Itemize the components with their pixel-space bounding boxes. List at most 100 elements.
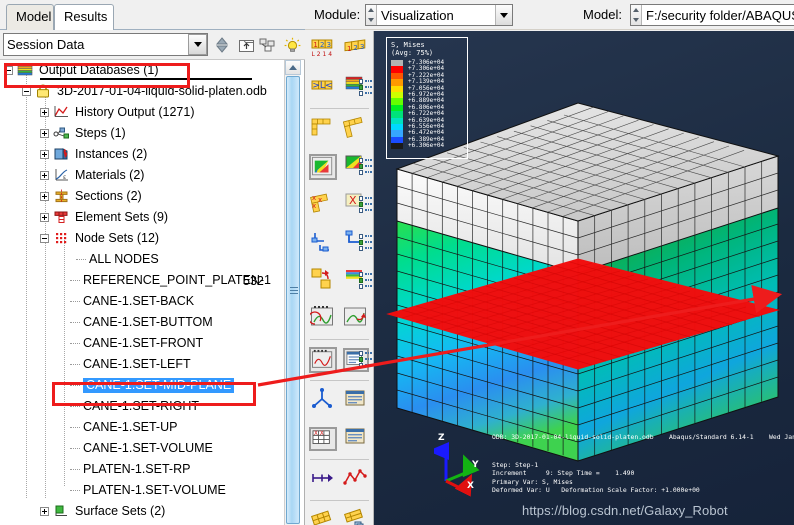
- contour-legend: S, Mises(Avg: 75%) +7.306e+04+7.306e+04+…: [386, 37, 468, 159]
- svg-text:X: X: [314, 431, 318, 437]
- tree-node-materials[interactable]: εMaterials (2): [0, 165, 285, 186]
- contour-options-panel-icon[interactable]: [340, 148, 374, 186]
- legend-color-swatch: [391, 143, 403, 149]
- chevron-down-icon[interactable]: [495, 5, 512, 25]
- tree-node-label: PLATEN-1.SET-RP: [83, 463, 190, 476]
- plot-deformed-icon[interactable]: [340, 110, 374, 148]
- symbol-plot-icon[interactable]: xxx: [306, 186, 340, 224]
- move-up-level-icon[interactable]: [236, 35, 256, 55]
- toolbox-row: >L<: [306, 69, 373, 107]
- model-combo[interactable]: F:/security folder/ABAQUS WORKING/unia: [630, 4, 794, 26]
- tree-node-steps[interactable]: Steps (1): [0, 123, 285, 144]
- material-orientation-icon[interactable]: [306, 224, 340, 262]
- tree-scrollbar[interactable]: [284, 60, 300, 525]
- svg-text:3: 3: [326, 40, 330, 48]
- tree-node-label: CANE-1.SET-RIGHT: [83, 400, 199, 413]
- tree-node-all-nodes[interactable]: ALL NODES: [0, 249, 285, 270]
- tab-model[interactable]: Model: [6, 4, 54, 30]
- module-combo-value: Visualization: [377, 8, 454, 23]
- scroll-up-arrow-icon[interactable]: [285, 60, 301, 75]
- tree-node-cane-set-back[interactable]: CANE-1.SET-BACK: [0, 291, 285, 312]
- odb-lock-icon: [35, 84, 52, 99]
- tree-node-platen-set-volume[interactable]: PLATEN-1.SET-VOLUME: [0, 480, 285, 501]
- contour-options-icon[interactable]: [340, 69, 374, 107]
- tree-node-instances[interactable]: Instances (2): [0, 144, 285, 165]
- tab-results[interactable]: Results: [54, 4, 114, 30]
- collapse-icon[interactable]: [22, 87, 31, 96]
- tree-node-cane-set-up[interactable]: CANE-1.SET-UP: [0, 417, 285, 438]
- free-body-cut-icon[interactable]: [306, 502, 340, 525]
- svg-text:X: X: [349, 194, 357, 207]
- animation-options-icon[interactable]: [340, 341, 374, 379]
- plot-symbols-icon[interactable]: >L<: [306, 69, 340, 107]
- plot-undeformed-icon[interactable]: [306, 110, 340, 148]
- tree-node-cane-set-volume[interactable]: CANE-1.SET-VOLUME: [0, 438, 285, 459]
- tree-node-history-output[interactable]: History Output (1271): [0, 102, 285, 123]
- path-create-icon[interactable]: [306, 461, 340, 499]
- animate-time-history-icon[interactable]: [306, 341, 340, 379]
- 3d-viewport[interactable]: S, Mises(Avg: 75%) +7.306e+04+7.306e+04+…: [374, 31, 794, 525]
- tree-node-cane-set-buttom[interactable]: CANE-1.SET-BUTTOM: [0, 312, 285, 333]
- session-data-combo[interactable]: Session Data: [3, 33, 208, 56]
- tree-node-cane-set-left[interactable]: CANE-1.SET-LEFT: [0, 354, 285, 375]
- field-output-dialog-icon[interactable]: [340, 420, 374, 458]
- tree-node-cane-set-front[interactable]: CANE-1.SET-FRONT: [0, 333, 285, 354]
- spin-updown-icon[interactable]: [212, 35, 232, 55]
- model-spinner-icon[interactable]: [631, 5, 642, 25]
- module-spinner-icon[interactable]: [366, 5, 377, 25]
- toolbox-flyout-indicator-icon[interactable]: [359, 233, 373, 253]
- tree-node-label: Sections (2): [75, 190, 142, 203]
- tree-node-cane-set-mid-plane[interactable]: CANE-1.SET-MID-PLANE: [0, 375, 285, 396]
- plot-contours-deformed-icon[interactable]: 123L 2 1 4: [306, 31, 340, 69]
- model-tree[interactable]: Output Databases (1)3D-2017-01-04-liquid…: [0, 60, 285, 522]
- tree-node-element-sets[interactable]: Element Sets (9): [0, 207, 285, 228]
- sections-icon: [53, 189, 70, 204]
- probe-dialog-icon[interactable]: [340, 382, 374, 420]
- tree-node-surface-sets[interactable]: Surface Sets (2): [0, 501, 285, 522]
- tree-scrollbar-thumb[interactable]: [286, 76, 300, 524]
- model-tree-panel[interactable]: Output Databases (1)3D-2017-01-04-liquid…: [0, 60, 305, 525]
- expand-icon[interactable]: [40, 213, 49, 222]
- xy-data-manager-icon[interactable]: [340, 300, 374, 338]
- expand-icon[interactable]: [40, 108, 49, 117]
- lightbulb-icon[interactable]: [282, 35, 302, 55]
- toolbox-row: [306, 224, 373, 262]
- expand-icon[interactable]: [40, 129, 49, 138]
- material-orientation-options-icon[interactable]: [340, 224, 374, 262]
- create-field-output-icon[interactable]: XX: [306, 420, 340, 458]
- caption-line: Step: Step-1: [492, 461, 700, 469]
- module-combo[interactable]: Visualization: [365, 4, 513, 26]
- common-options-icon[interactable]: [306, 262, 340, 300]
- probe-values-icon[interactable]: [306, 382, 340, 420]
- xy-data-from-odb-icon[interactable]: [306, 300, 340, 338]
- contour-plot-icon[interactable]: [306, 148, 340, 186]
- expand-icon[interactable]: [40, 171, 49, 180]
- chevron-down-icon[interactable]: [188, 34, 207, 55]
- symbol-options-panel-icon[interactable]: X: [340, 186, 374, 224]
- toolbox-flyout-indicator-icon[interactable]: [359, 350, 373, 370]
- collapse-icon[interactable]: [40, 234, 49, 243]
- toolbox-flyout-indicator-icon[interactable]: [359, 195, 373, 215]
- collapse-icon[interactable]: [4, 66, 13, 75]
- expand-icon[interactable]: [40, 150, 49, 159]
- toolbox-flyout-indicator-icon[interactable]: [359, 271, 373, 291]
- superimpose-options-icon[interactable]: [340, 262, 374, 300]
- toolbox-flyout-indicator-icon[interactable]: [359, 157, 373, 177]
- expand-icon[interactable]: [40, 192, 49, 201]
- tree-node-node-sets[interactable]: Node Sets (12): [0, 228, 285, 249]
- axis-label-x: X: [467, 481, 474, 491]
- expand-icon[interactable]: [40, 507, 49, 516]
- visualization-toolbox[interactable]: 123L 2 1 4123>L<xxxXXX: [306, 31, 374, 525]
- plot-contours-undeformed-icon[interactable]: 123: [340, 31, 374, 69]
- tree-node-cane-set-right[interactable]: CANE-1.SET-RIGHT: [0, 396, 285, 417]
- toolbox-flyout-indicator-icon[interactable]: [359, 78, 373, 98]
- tree-node-platen-set-rp[interactable]: PLATEN-1.SET-RP: [0, 459, 285, 480]
- output-databases-icon: [17, 63, 34, 78]
- link-objects-icon[interactable]: [258, 35, 278, 55]
- tree-node-reference-point-platen-1[interactable]: REFERENCE_POINT_PLATEN-1532: [0, 270, 285, 291]
- xy-plot-from-path-icon[interactable]: [340, 461, 374, 499]
- free-body-cut-manager-icon[interactable]: [340, 502, 374, 525]
- tree-node-odb-file[interactable]: 3D-2017-01-04-liquid-solid-platen.odb: [0, 81, 285, 102]
- tree-node-label: Steps (1): [75, 127, 126, 140]
- tree-node-sections[interactable]: Sections (2): [0, 186, 285, 207]
